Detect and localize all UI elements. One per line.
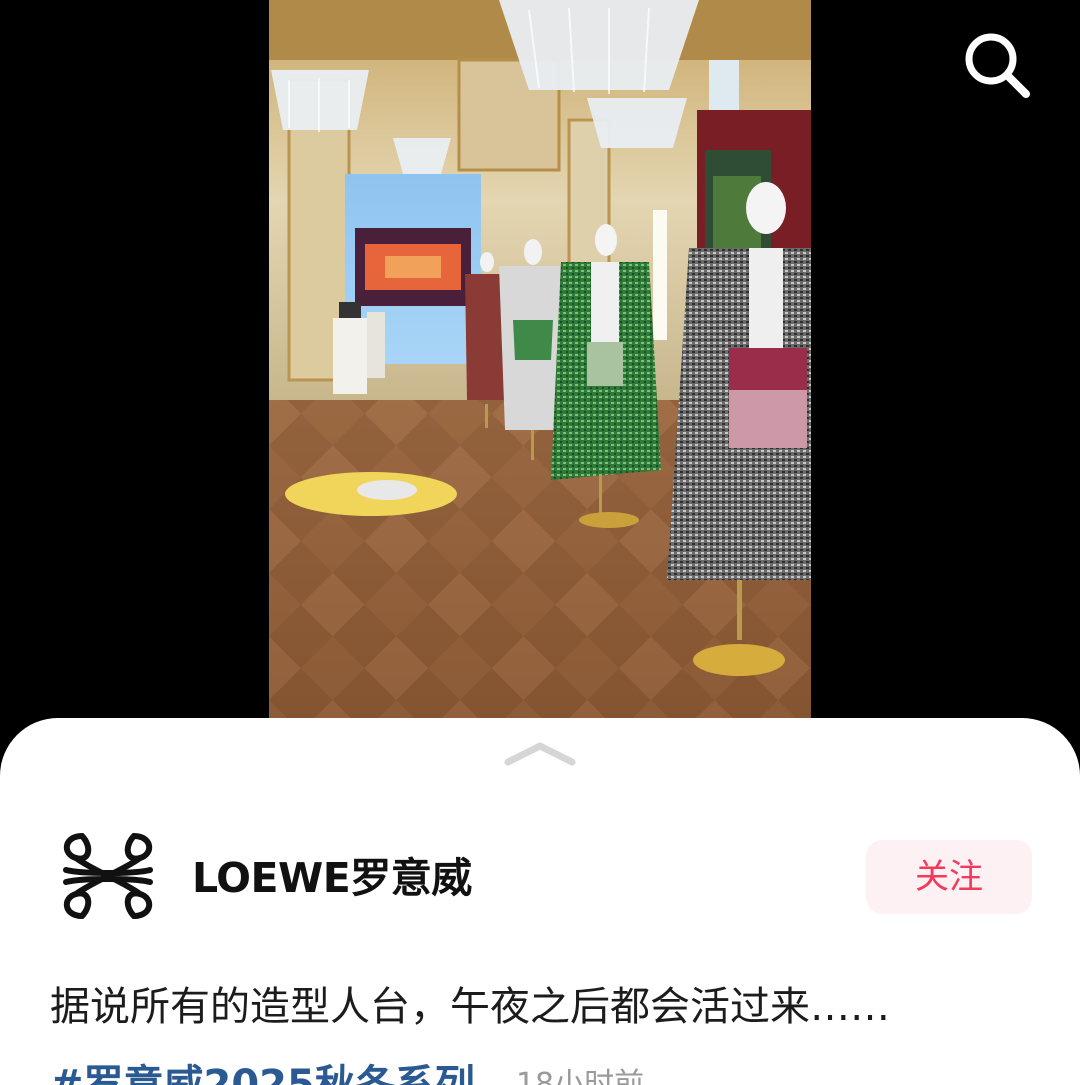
- search-icon: [965, 33, 1030, 98]
- app-screen: LOEWE罗意威 关注 据说所有的造型人台，午夜之后都会活过来…… #罗意威20…: [0, 0, 1080, 1085]
- post-caption: 据说所有的造型人台，午夜之后都会活过来……: [50, 984, 890, 1030]
- hashtag-link[interactable]: #罗意威2025秋冬系列: [50, 1062, 475, 1085]
- video-player[interactable]: [269, 0, 811, 719]
- account-avatar[interactable]: [52, 826, 164, 926]
- post-timestamp: 18小时前: [515, 1067, 645, 1085]
- account-name[interactable]: LOEWE罗意威: [192, 846, 472, 910]
- post-meta-row: #罗意威2025秋冬系列 18小时前: [50, 1054, 644, 1085]
- expand-sheet-handle[interactable]: [502, 740, 578, 768]
- chevron-up-icon: [504, 742, 576, 766]
- search-button[interactable]: [960, 28, 1034, 102]
- loewe-anagram-logo: [63, 832, 153, 920]
- follow-button[interactable]: 关注: [866, 840, 1032, 914]
- post-detail-sheet: LOEWE罗意威 关注 据说所有的造型人台，午夜之后都会活过来…… #罗意威20…: [0, 718, 1080, 1085]
- video-frame-image: [269, 0, 811, 719]
